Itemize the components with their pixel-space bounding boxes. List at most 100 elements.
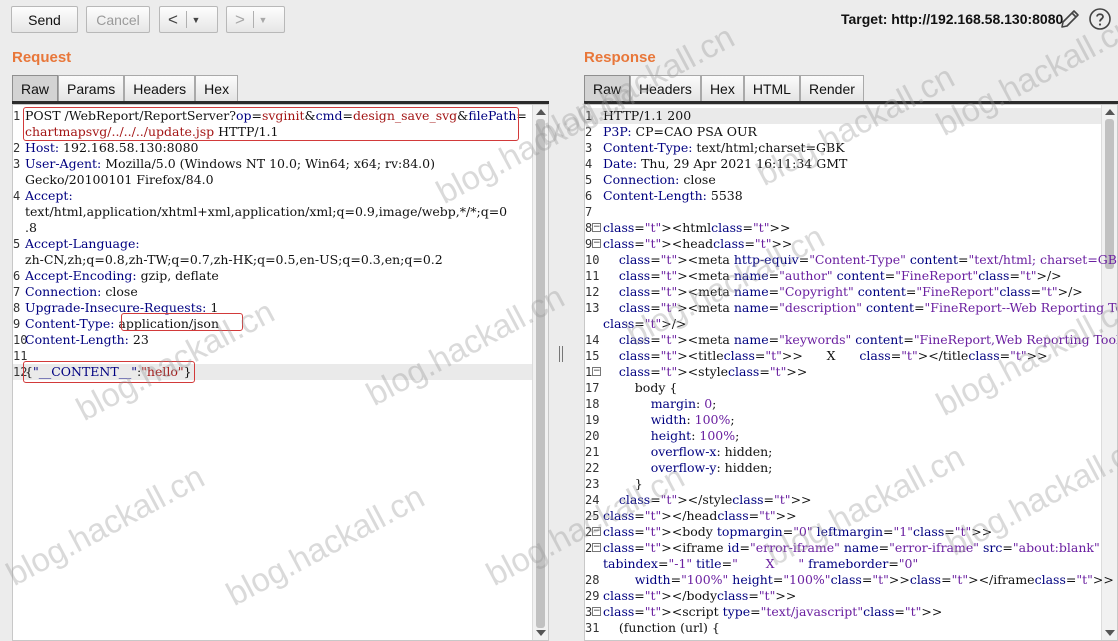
code-line[interactable]: 6 Content-Length: 5538 [585,188,1101,204]
response-editor[interactable]: 1 HTTP/1.1 200 2 P3P: CP=CAO PSA OUR 3 Conten… [584,104,1118,641]
response-tab-render[interactable]: Render [799,75,864,101]
code-line[interactable]: 25 class="t"></headclass="t">> [585,508,1101,524]
code-line[interactable]: 7 [585,204,1101,220]
response-tab-headers[interactable]: Headers [630,75,701,101]
fold-toggle-icon[interactable]: − [592,367,601,376]
pencil-icon[interactable] [1058,7,1082,31]
code-line[interactable]: 4 Date: Thu, 29 Apr 2021 16:11:34 GMT [585,156,1101,172]
request-tab-raw[interactable]: Raw [12,75,59,101]
code-line[interactable]: 17 body { [585,380,1101,396]
code-line[interactable]: 1 HTTP/1.1 200 [585,108,1101,124]
code-line[interactable]: 2 P3P: CP=CAO PSA OUR [585,124,1101,140]
request-tab-headers[interactable]: Headers [124,75,196,101]
scrollbar[interactable] [532,105,548,640]
code-text: P3P: CP=CAO PSA OUR [603,124,757,139]
code-line[interactable]: 30−class="t"><script type="text/javascri… [585,604,1101,620]
code-line[interactable]: 8 Upgrade-Insecure-Requests: 1 [13,300,532,316]
request-editor[interactable]: 1 POST /WebReport/ReportServer?op=svginit… [12,104,549,641]
code-line[interactable]: 9− class="t"><headclass="t">> [585,236,1101,252]
code-line[interactable]: 4 Accept: [13,188,532,204]
request-tab-hex[interactable]: Hex [195,75,239,101]
request-pane: Request Raw Params Headers Hex 1 POST /WebRe… [0,40,555,641]
response-tab-raw[interactable]: Raw [584,75,631,101]
code-line[interactable]: tabindex="-1" title=" X " frameborder="0… [585,556,1101,572]
code-line[interactable]: 5 Accept-Language: [13,236,532,252]
code-text: Accept-Language: [25,236,140,251]
code-line[interactable]: class="t">/> [585,316,1101,332]
target-label: Target: http://192.168.58.130:8080 [841,11,1064,27]
code-line[interactable]: 15 class="t"><titleclass="t">> X class="… [585,348,1101,364]
scroll-up-icon[interactable] [536,109,546,115]
send-button[interactable]: Send [11,6,78,33]
code-line[interactable]: 10 Content-Length: 23 [13,332,532,348]
pane-divider[interactable] [555,40,567,641]
code-text: class="t"><styleclass="t">> [618,364,808,379]
code-line[interactable]: zh-CN,zh;q=0.8,zh-TW;q=0.7,zh-HK;q=0.5,e… [13,252,532,268]
fold-toggle-icon[interactable]: − [592,607,601,616]
code-text: tabindex="-1" title=" X " frameborder="0… [603,556,919,571]
response-tab-hex[interactable]: Hex [700,75,744,101]
code-line[interactable]: 9 Content-Type: application/json [13,316,532,332]
code-line[interactable]: 31 (function (url) { [585,620,1101,636]
response-tab-html[interactable]: HTML [743,75,800,101]
scroll-down-icon[interactable] [1105,630,1115,636]
code-text: class="t"><htmlclass="t">> [603,220,791,235]
code-text: Content-Length: 23 [25,332,149,347]
fold-toggle-icon[interactable]: − [592,223,601,232]
code-line[interactable]: 20 height: 100%; [585,428,1101,444]
code-line[interactable]: 10 class="t"><meta http-equiv="Content-T… [585,252,1117,268]
chevron-down-icon[interactable]: ▼ [187,15,205,25]
code-line[interactable]: 6 Accept-Encoding: gzip, deflate [13,268,532,284]
code-line[interactable]: 29 class="t"></bodyclass="t">> [585,588,1101,604]
request-tabs: Raw Params Headers Hex [12,75,239,101]
scroll-up-icon[interactable] [1105,109,1115,115]
forward-button[interactable]: > ▼ [226,6,285,33]
code-text: class="t"></headclass="t">> [603,508,797,523]
code-text: class="t"><meta name="Copyright" content… [618,284,1083,299]
code-line[interactable]: text/html,application/xhtml+xml,applicat… [13,204,532,220]
request-tab-params[interactable]: Params [58,75,125,101]
code-line[interactable]: 21 overflow-x: hidden; [585,444,1101,460]
scroll-thumb[interactable] [536,119,545,628]
code-line[interactable]: Gecko/20100101 Firefox/84.0 [13,172,532,188]
code-text: Connection: close [603,172,716,187]
code-line[interactable]: 27−class="t"><iframe id="error-iframe" n… [585,540,1101,556]
line-number: 3 [585,141,593,155]
pane-title: Request [12,49,72,66]
code-line[interactable]: 3 Content-Type: text/html;charset=GBK [585,140,1101,156]
scrollbar[interactable] [1101,105,1117,640]
code-line[interactable]: 23 } [585,476,1101,492]
code-line[interactable]: 8− class="t"><htmlclass="t">> [585,220,1101,236]
code-line[interactable]: 14 class="t"><meta name="keywords" conte… [585,332,1117,348]
scroll-down-icon[interactable] [536,630,546,636]
scroll-thumb[interactable] [1105,119,1114,269]
cancel-button[interactable]: Cancel [86,6,150,33]
code-line[interactable]: 24 class="t"></styleclass="t">> [585,492,1101,508]
code-text: class="t"><meta http-equiv="Content-Type… [618,252,1118,267]
line-number: 22 [585,461,600,475]
fold-toggle-icon[interactable]: − [592,239,601,248]
code-line[interactable]: 13 class="t"><meta name="description" co… [585,300,1117,316]
code-line[interactable]: 19 width: 100%; [585,412,1101,428]
help-icon[interactable] [1088,7,1112,31]
code-line[interactable]: 12 class="t"><meta name="Copyright" cont… [585,284,1101,300]
code-line[interactable]: 7 Connection: close [13,284,532,300]
highlight-box-url [23,107,519,141]
code-line[interactable]: 11 class="t"><meta name="author" content… [585,268,1101,284]
code-line[interactable]: 18 margin: 0; [585,396,1101,412]
code-line[interactable]: 3 User-Agent: Mozilla/5.0 (Windows NT 10.… [13,156,532,172]
back-button[interactable]: < ▼ [159,6,218,33]
code-line[interactable]: 26−class="t"><body topmargin="0" leftmar… [585,524,1101,540]
code-line[interactable]: .8 [13,220,532,236]
toolbar: Send Cancel < ▼ > ▼ Target: http://192.1… [0,0,1118,40]
fold-toggle-icon[interactable]: − [592,527,601,536]
code-line[interactable]: 5 Connection: close [585,172,1101,188]
chevron-down-icon[interactable]: ▼ [254,15,272,25]
code-line[interactable]: 16− class="t"><styleclass="t">> [585,364,1101,380]
fold-toggle-icon[interactable]: − [592,543,601,552]
line-number: 11 [585,269,600,283]
code-line[interactable]: 2 Host: 192.168.58.130:8080 [13,140,532,156]
code-line[interactable]: 28 width="100%" height="100%"class="t">>… [585,572,1114,588]
code-text: class="t"><meta name="description" conte… [618,300,1117,315]
code-line[interactable]: 22 overflow-y: hidden; [585,460,1101,476]
